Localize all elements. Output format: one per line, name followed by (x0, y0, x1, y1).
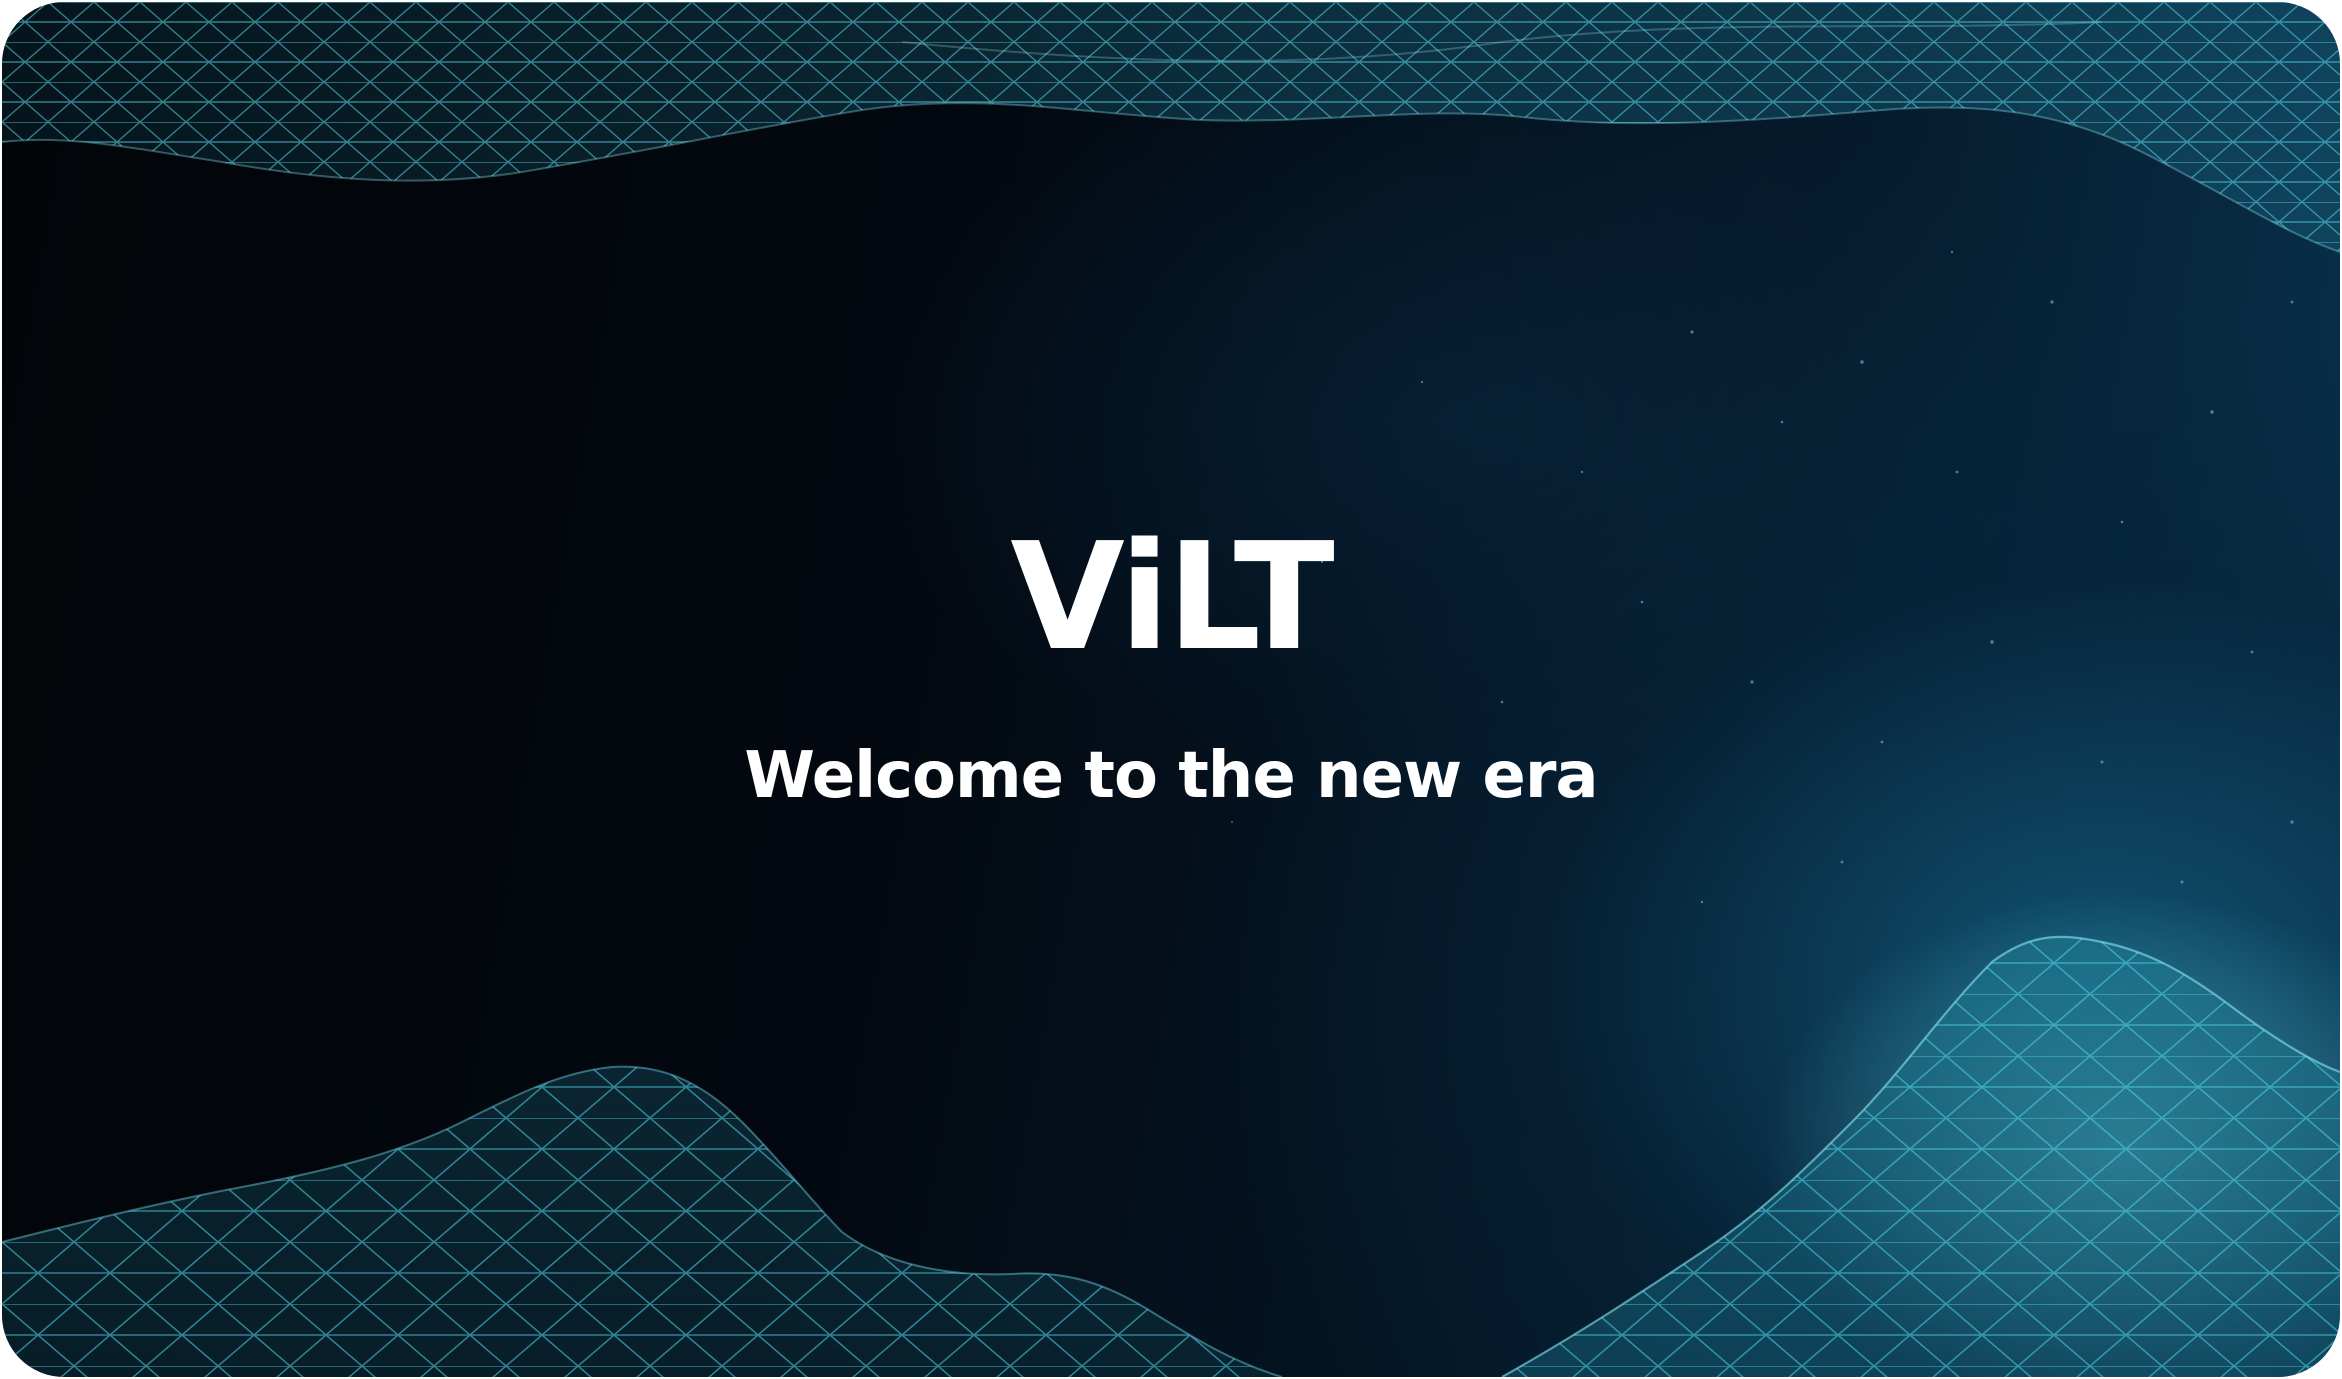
wireframe-terrain-background (2, 2, 2340, 1377)
bottom-right-wireframe-mountain (1501, 892, 2340, 1377)
app-title: ViLT (1010, 511, 1334, 683)
bottom-left-wireframe-hills (2, 1065, 1283, 1377)
top-wireframe-wave (2, 2, 2340, 253)
splash-screen: ViLT Welcome to the new era (2, 2, 2340, 1377)
welcome-tagline: Welcome to the new era (744, 739, 1598, 813)
